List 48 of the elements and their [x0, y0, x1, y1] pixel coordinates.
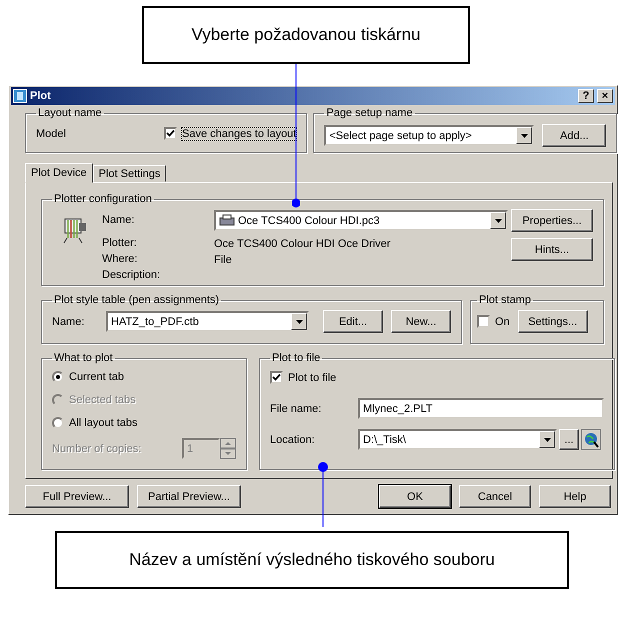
- field-label: Where:: [102, 253, 138, 265]
- add-button[interactable]: Add...: [542, 124, 606, 147]
- group-label: Plot stamp: [478, 294, 532, 306]
- dialog-button[interactable]: OK: [379, 485, 451, 508]
- edit-button[interactable]: Edit...: [323, 310, 383, 333]
- window-title: Plot: [30, 90, 52, 102]
- new-button[interactable]: New...: [391, 310, 451, 333]
- tab[interactable]: Plot Device: [25, 163, 93, 183]
- checkbox-label: Save changes to layout: [182, 128, 296, 140]
- field-value: Oce TCS400 Colour HDI Oce Driver: [214, 238, 392, 250]
- location-dropdown[interactable]: D:\_Tisk\: [358, 429, 557, 450]
- radio-label: All layout tabs: [69, 417, 138, 429]
- plotter-name-dropdown[interactable]: Oce TCS400 Colour HDI.pc3: [214, 210, 508, 231]
- radio-label: Selected tabs: [69, 394, 136, 406]
- settings-button[interactable]: Settings...: [518, 310, 588, 333]
- field-label: File name:: [270, 402, 322, 414]
- page-setup-dropdown[interactable]: <Select page setup to apply>: [324, 125, 534, 146]
- dialog-button[interactable]: Full Preview...: [25, 485, 129, 508]
- tab[interactable]: Plot Settings: [92, 165, 166, 182]
- group-label: Plot style table (pen assignments): [53, 294, 220, 306]
- help-button[interactable]: ?: [578, 89, 594, 103]
- plotter-button[interactable]: Hints...: [511, 238, 593, 261]
- checkbox-label: On: [495, 316, 510, 328]
- field-label: Name:: [102, 214, 136, 226]
- browse-button[interactable]: ...: [559, 429, 579, 450]
- group-label: Layout name: [37, 107, 103, 119]
- plot-style-dropdown[interactable]: HATZ_to_PDF.ctb: [106, 311, 309, 332]
- group-label: Page setup name: [325, 107, 414, 119]
- dialog-button[interactable]: Partial Preview...: [137, 485, 241, 508]
- group-label: What to plot: [53, 352, 114, 364]
- field-label: Location:: [270, 434, 316, 446]
- group-label: Plot to file: [271, 352, 322, 364]
- field-value: File: [214, 254, 233, 266]
- field-label: Name:: [52, 316, 86, 328]
- dialog-button[interactable]: Cancel: [459, 485, 531, 508]
- dialog-button[interactable]: Help: [539, 485, 611, 508]
- radio-label: Current tab: [69, 371, 124, 383]
- plotter-button[interactable]: Properties...: [511, 209, 593, 232]
- close-button[interactable]: ×: [597, 89, 613, 103]
- group-label: Plotter configuration: [53, 193, 153, 205]
- checkbox-label: Plot to file: [288, 372, 336, 384]
- field-label: Plotter:: [102, 237, 138, 249]
- callout-box: Název a umístění výsledného tiskového souboru: [55, 531, 569, 589]
- layout-name-value: Model: [36, 128, 67, 140]
- field-label: Number of copies:: [52, 442, 142, 454]
- field-label: Description:: [102, 269, 162, 281]
- file-name-field[interactable]: Mlynec_2.PLT: [358, 398, 604, 419]
- callout-box: Vyberte požadovanou tiskárnu: [142, 6, 470, 64]
